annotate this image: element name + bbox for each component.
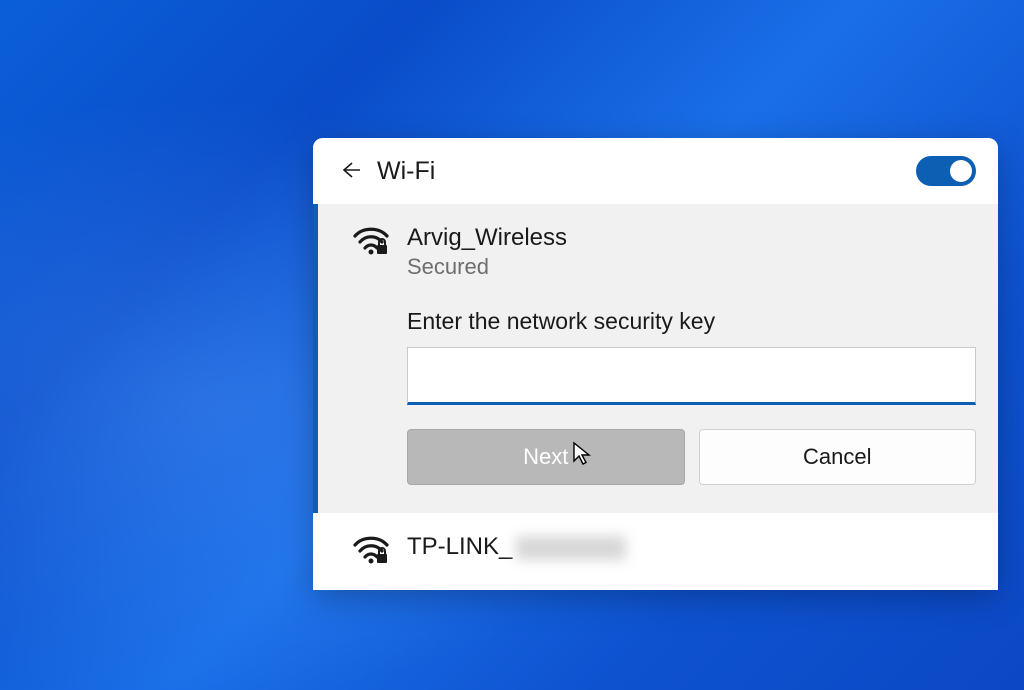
security-key-input[interactable]	[407, 347, 976, 405]
cancel-button-label: Cancel	[803, 444, 871, 469]
network-name-prefix: TP-LINK_	[407, 533, 512, 560]
network-name: TP-LINK_	[407, 533, 976, 561]
network-list: Arvig_Wireless Secured Enter the network…	[313, 204, 998, 590]
network-status: Secured	[407, 254, 976, 280]
network-item[interactable]: TP-LINK_	[313, 513, 998, 590]
network-name: Arvig_Wireless	[407, 224, 976, 252]
panel-title: Wi-Fi	[377, 157, 916, 186]
wifi-toggle[interactable]	[916, 156, 976, 186]
wifi-flyout-panel: Wi-Fi Arvig_Wireless	[313, 138, 998, 590]
mouse-cursor-icon	[571, 441, 593, 473]
next-button-label: Next	[523, 444, 568, 469]
network-item-selected[interactable]: Arvig_Wireless Secured Enter the network…	[313, 204, 998, 513]
cancel-button[interactable]: Cancel	[699, 429, 977, 485]
arrow-left-icon	[338, 158, 362, 185]
security-key-prompt: Enter the network security key	[407, 308, 976, 335]
wifi-secured-icon	[353, 226, 389, 261]
network-info: Arvig_Wireless Secured	[407, 224, 976, 280]
connect-section: Enter the network security key Next Canc…	[407, 308, 976, 485]
network-row: Arvig_Wireless Secured	[353, 224, 976, 280]
network-row: TP-LINK_	[353, 533, 976, 570]
back-button[interactable]	[333, 154, 367, 188]
redacted-text	[516, 536, 626, 560]
toggle-thumb	[950, 160, 972, 182]
wifi-secured-icon	[353, 535, 389, 570]
network-info: TP-LINK_	[407, 533, 976, 561]
button-row: Next Cancel	[407, 429, 976, 485]
panel-header: Wi-Fi	[313, 138, 998, 204]
next-button[interactable]: Next	[407, 429, 685, 485]
